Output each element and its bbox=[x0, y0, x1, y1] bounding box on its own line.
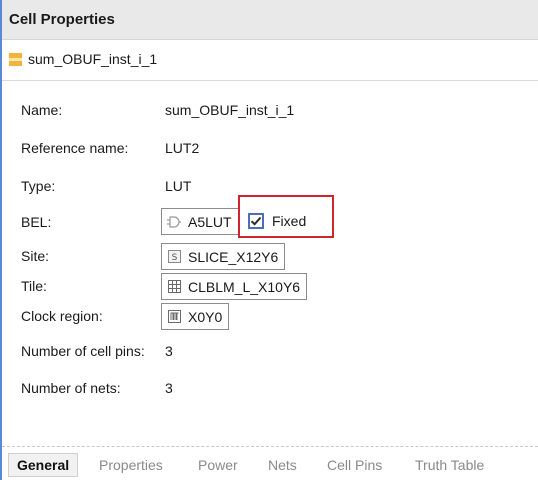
cell-properties-panel: Cell Properties sum_OBUF_inst_i_1 Name: … bbox=[0, 0, 538, 480]
site-value: SLICE_X12Y6 bbox=[188, 248, 279, 265]
clock-region-label: Clock region: bbox=[21, 308, 103, 324]
tile-label: Tile: bbox=[21, 278, 47, 294]
panel-title: Cell Properties bbox=[9, 11, 115, 28]
tab-truth-table[interactable]: Truth Table bbox=[407, 453, 492, 477]
tab-general[interactable]: General bbox=[8, 453, 79, 477]
clock-region-link[interactable]: X0Y0 bbox=[161, 303, 230, 330]
type-value: LUT bbox=[165, 178, 192, 194]
tile-grid-icon bbox=[167, 280, 181, 294]
properties-tab-bar: General Properties Power Nets Cell Pins … bbox=[2, 446, 538, 480]
tile-value: CLBLM_L_X10Y6 bbox=[188, 278, 301, 295]
tab-power[interactable]: Power bbox=[190, 453, 246, 477]
lut-icon bbox=[167, 215, 181, 229]
reference-name-value: LUT2 bbox=[165, 140, 200, 156]
selected-object-name: sum_OBUF_inst_i_1 bbox=[28, 51, 158, 67]
bel-label: BEL: bbox=[21, 214, 52, 230]
fixed-label: Fixed bbox=[272, 213, 307, 229]
nets-count-value: 3 bbox=[165, 380, 173, 396]
name-label: Name: bbox=[21, 102, 63, 118]
fixed-checkbox-row[interactable]: Fixed bbox=[248, 213, 306, 229]
panel-titlebar: Cell Properties bbox=[2, 0, 538, 40]
site-link[interactable]: S SLICE_X12Y6 bbox=[161, 243, 286, 270]
tab-nets[interactable]: Nets bbox=[260, 453, 305, 477]
type-label: Type: bbox=[21, 178, 56, 194]
bel-value: A5LUT bbox=[188, 213, 232, 230]
clock-region-value: X0Y0 bbox=[188, 308, 223, 325]
name-value: sum_OBUF_inst_i_1 bbox=[165, 102, 295, 118]
tab-cell-pins[interactable]: Cell Pins bbox=[319, 453, 390, 477]
bel-link[interactable]: A5LUT bbox=[161, 208, 239, 235]
clock-region-icon bbox=[167, 310, 181, 324]
slice-icon: S bbox=[167, 250, 181, 264]
tile-link[interactable]: CLBLM_L_X10Y6 bbox=[161, 273, 308, 300]
checkmark-icon bbox=[250, 216, 262, 226]
tab-properties[interactable]: Properties bbox=[91, 453, 171, 477]
selected-object-row: sum_OBUF_inst_i_1 bbox=[2, 40, 538, 81]
cell-pins-count-value: 3 bbox=[165, 343, 173, 359]
reference-name-label: Reference name: bbox=[21, 140, 129, 156]
site-label: Site: bbox=[21, 248, 50, 264]
svg-text:S: S bbox=[171, 253, 177, 263]
nets-count-label: Number of nets: bbox=[21, 380, 121, 396]
fixed-checkbox[interactable] bbox=[248, 213, 264, 229]
cell-pins-count-label: Number of cell pins: bbox=[21, 343, 145, 359]
cell-icon bbox=[9, 53, 22, 66]
